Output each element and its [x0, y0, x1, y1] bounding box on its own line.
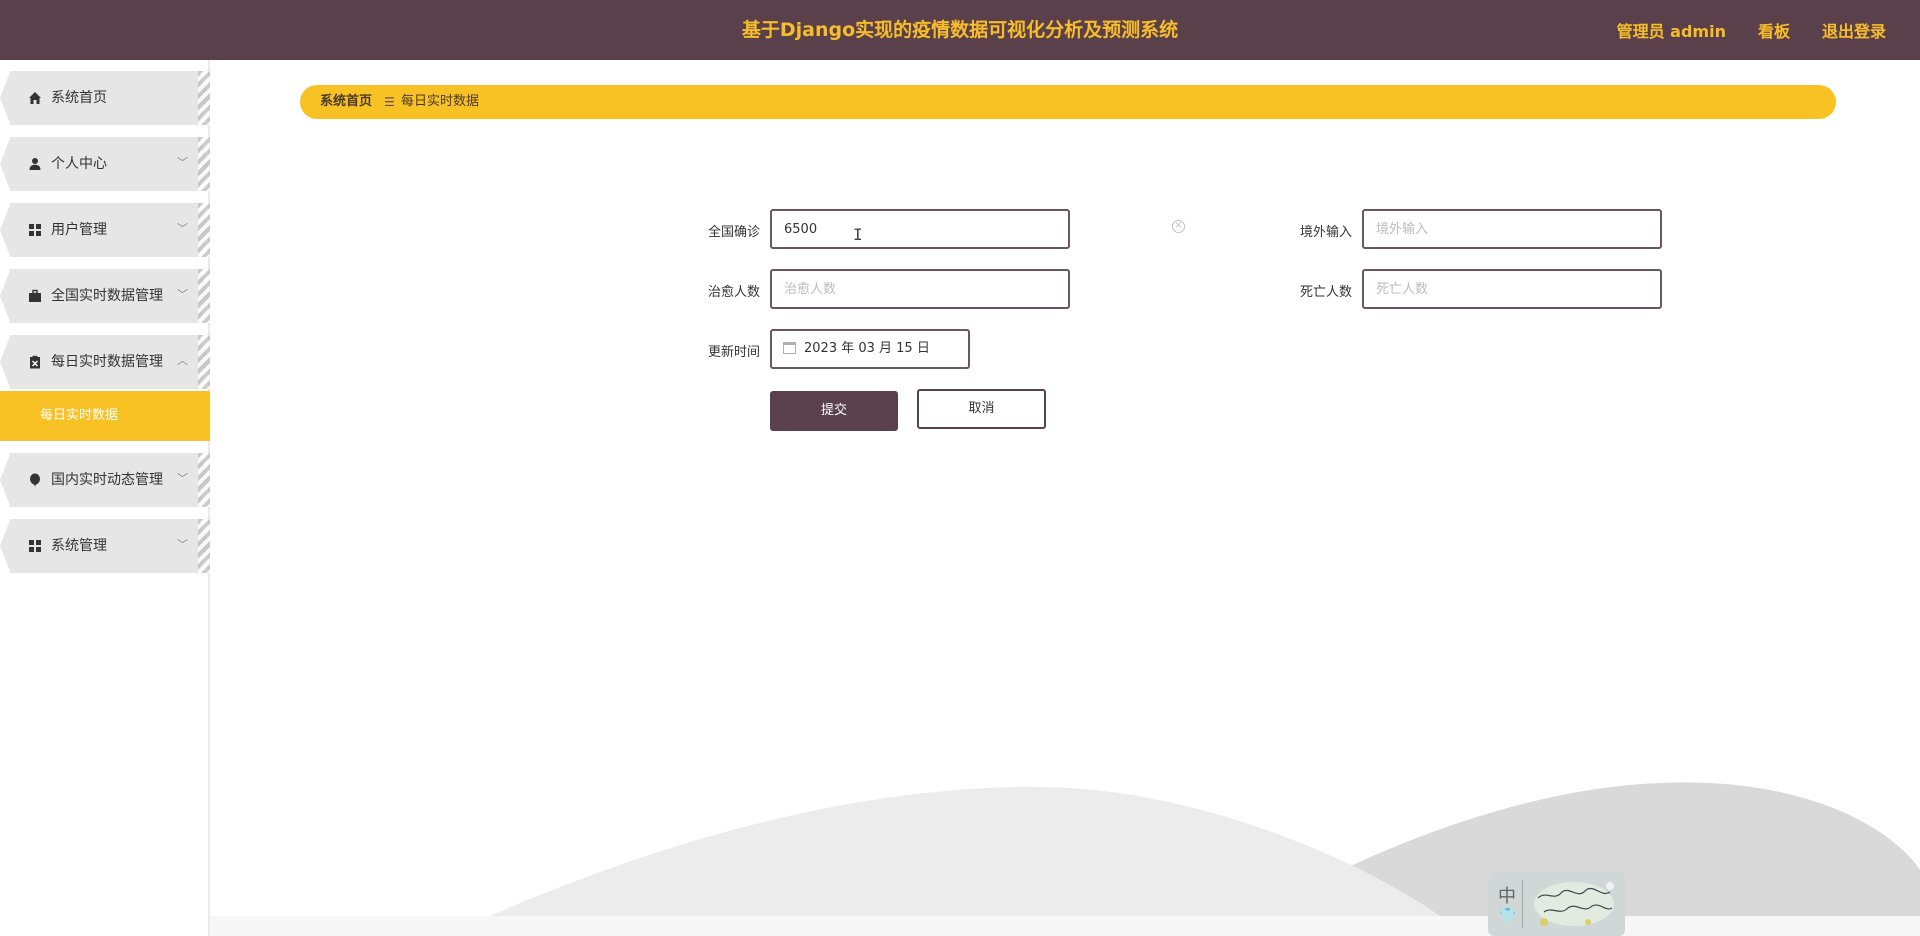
cured-input[interactable] — [770, 269, 1070, 309]
update-time-label: 更新时间 — [707, 345, 760, 360]
home-icon — [29, 92, 41, 104]
decorative-hills — [490, 782, 1920, 936]
sidebar-item-label: 个人中心 — [51, 156, 107, 172]
submit-button[interactable]: 提交 — [770, 391, 898, 431]
sidebar-item-system[interactable]: 系统管理 ﹀ — [0, 519, 210, 573]
sidebar-item-profile[interactable]: 个人中心 ﹀ — [0, 137, 210, 191]
cancel-button[interactable]: 取消 — [917, 389, 1046, 429]
sidebar-item-label: 系统管理 — [51, 538, 107, 554]
sidebar-item-label: 全国实时数据管理 — [51, 288, 163, 304]
sidebar-subitem-label: 每日实时数据 — [40, 408, 119, 423]
balloon-icon — [30, 473, 40, 487]
deaths-input[interactable] — [1362, 269, 1662, 309]
imported-label: 境外输入 — [1299, 225, 1352, 240]
sidebar-item-domestic-news[interactable]: 国内实时动态管理 ﹀ — [0, 453, 210, 507]
shirt-icon: 👕 — [1499, 908, 1517, 924]
chevron-down-icon: ﹀ — [177, 472, 188, 485]
sidebar: 系统首页 个人中心 ﹀ 用户管理 ﹀ 全国实时数据管理 ﹀ 每日实时数据管理 ︿… — [0, 60, 210, 936]
sidebar-item-label: 每日实时数据管理 — [51, 354, 163, 370]
chevron-up-icon: ︿ — [177, 354, 188, 367]
calendar-icon — [783, 342, 796, 354]
chevron-down-icon: ﹀ — [177, 288, 188, 301]
sidebar-item-users[interactable]: 用户管理 ﹀ — [0, 203, 210, 257]
sidebar-subitem-daily-data[interactable]: 每日实时数据 — [0, 391, 210, 441]
national-confirmed-input[interactable] — [770, 209, 1070, 249]
ime-badge: 中 👕 — [1488, 872, 1625, 936]
admin-link[interactable]: 管理员 admin — [1617, 18, 1726, 42]
deaths-label: 死亡人数 — [1299, 285, 1352, 300]
board-link[interactable]: 看板 — [1758, 18, 1790, 42]
text-cursor-icon: I — [853, 225, 863, 244]
grid-icon — [29, 540, 41, 552]
header-nav: 管理员 admin 看板 退出登录 — [1617, 0, 1886, 60]
logout-link[interactable]: 退出登录 — [1822, 18, 1886, 42]
chevron-down-icon: ﹀ — [177, 538, 188, 551]
update-time-datepicker[interactable]: 2023 年 03 月 15 日 — [770, 329, 970, 369]
sidebar-item-daily-data[interactable]: 每日实时数据管理 ︿ — [0, 335, 210, 389]
breadcrumb: 系统首页 ☰ 每日实时数据 — [300, 85, 1836, 119]
sidebar-item-label: 系统首页 — [51, 90, 107, 106]
user-icon — [29, 158, 41, 170]
chevron-down-icon: ﹀ — [177, 222, 188, 235]
top-header: 基于Django实现的疫情数据可视化分析及预测系统 管理员 admin 看板 退… — [0, 0, 1920, 60]
ime-zh-label: 中 — [1498, 886, 1516, 907]
footer-strip — [210, 916, 1920, 936]
cured-label: 治愈人数 — [707, 285, 760, 300]
breadcrumb-separator-icon: ☰ — [384, 95, 395, 109]
update-time-value: 2023 年 03 月 15 日 — [804, 341, 930, 356]
breadcrumb-current: 每日实时数据 — [401, 94, 480, 109]
clear-icon[interactable]: ✕ — [1172, 220, 1185, 233]
sidebar-item-label: 国内实时动态管理 — [51, 472, 163, 488]
breadcrumb-home[interactable]: 系统首页 — [320, 85, 372, 119]
chevron-down-icon: ﹀ — [177, 156, 188, 169]
sidebar-item-label: 用户管理 — [51, 222, 107, 238]
sidebar-item-national-data[interactable]: 全国实时数据管理 ﹀ — [0, 269, 210, 323]
sidebar-item-home[interactable]: 系统首页 — [0, 71, 210, 125]
clipboard-icon — [30, 355, 40, 369]
grid-icon — [29, 224, 41, 236]
national-confirmed-label: 全国确诊 — [707, 225, 760, 240]
briefcase-icon — [29, 289, 41, 302]
imported-input[interactable] — [1362, 209, 1662, 249]
scribble-art-icon — [1534, 882, 1614, 926]
